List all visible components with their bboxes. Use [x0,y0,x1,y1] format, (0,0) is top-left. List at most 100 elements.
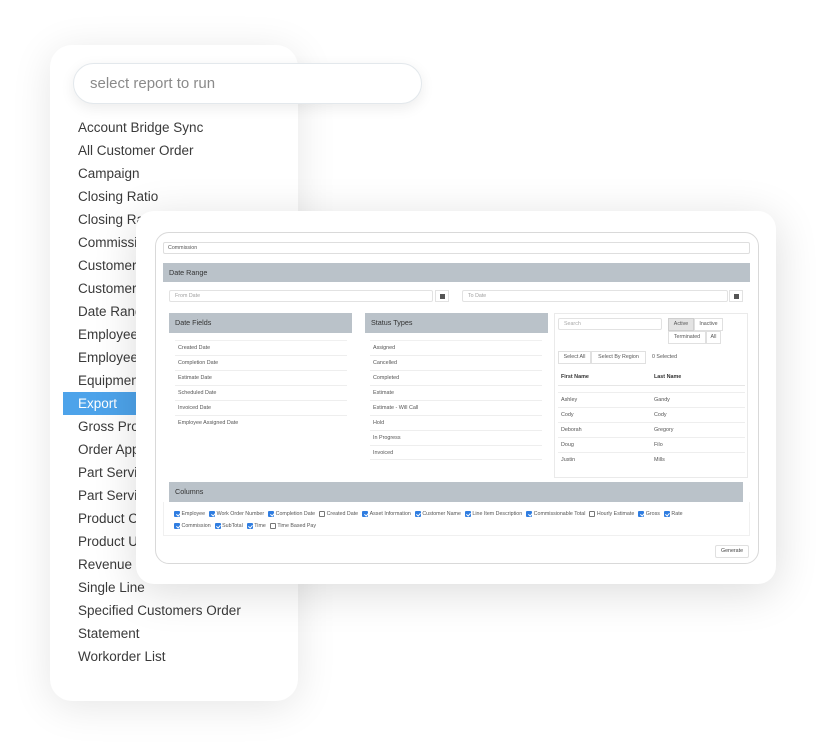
from-date-calendar-button[interactable] [435,290,449,302]
table-header-row: First Name Last Name [558,370,745,386]
table-row[interactable]: Deborah Gregory [558,422,745,438]
report-name-field[interactable]: Commission [163,242,750,254]
column-checkbox-label: Work Order Number [216,511,265,517]
from-date-input[interactable]: From Date [169,290,433,302]
checkbox-checked-icon[interactable] [362,511,369,517]
report-item[interactable]: Closing Ratio [50,185,298,208]
status-type-option[interactable]: Estimate [370,385,542,400]
status-types-list: Assigned Cancelled Completed Estimate Es… [370,340,542,460]
status-types-header: Status Types [365,313,548,333]
report-item[interactable]: Campaign [50,162,298,185]
status-type-option[interactable]: Cancelled [370,355,542,370]
column-checkbox-label: Employee [181,511,206,517]
date-fields-list: Created Date Completion Date Estimate Da… [175,340,347,430]
column-checkbox-label: Commission [181,523,211,529]
checkbox-checked-icon[interactable] [209,511,216,517]
column-checkbox[interactable]: Hourly Estimate [589,509,634,519]
date-field-option[interactable]: Completion Date [175,355,347,370]
checkbox-checked-icon[interactable] [268,511,275,517]
checkbox-checked-icon[interactable] [464,511,471,517]
generate-button[interactable]: Generate [715,545,749,558]
employee-table: First Name Last Name Ashley Gandy Cody C… [558,370,745,467]
status-type-option[interactable]: In Progress [370,430,542,445]
column-checkbox-label: SubTotal [222,523,243,529]
table-spacer [558,385,745,393]
first-name-cell: Cody [558,407,651,423]
checkbox-unchecked-icon[interactable] [319,511,326,517]
first-name-cell: Doug [558,437,651,453]
employee-search-input[interactable]: Search [558,318,662,330]
report-item[interactable]: All Customer Order [50,139,298,162]
column-checkbox[interactable]: Completion Date [268,509,315,519]
column-checkbox-label: Commissionable Total [533,511,586,517]
checkbox-checked-icon[interactable] [526,511,533,517]
column-checkbox-label: Time [254,523,266,529]
column-checkbox[interactable]: Customer Name [414,509,461,519]
column-checkbox[interactable]: Rate [663,509,683,519]
column-checkbox[interactable]: Created Date [319,509,358,519]
column-checkbox-label: Asset Information [369,511,411,517]
report-item[interactable]: Account Bridge Sync [50,116,298,139]
table-row[interactable]: Doug Filo [558,437,745,453]
report-item[interactable]: Workorder List [50,645,298,668]
last-name-cell: Mills [654,456,665,463]
filter-active-button[interactable]: Active [668,318,694,331]
filter-terminated-button[interactable]: Terminated [668,331,706,344]
column-checkbox[interactable]: Employee [174,509,205,519]
column-checkbox[interactable]: Time [246,521,266,531]
status-type-option[interactable]: Hold [370,415,542,430]
column-checkbox[interactable]: Commissionable Total [526,509,585,519]
status-type-option[interactable]: Invoiced [370,445,542,460]
report-item[interactable]: Specified Customers Order [50,599,298,622]
last-name-cell: Filo [651,437,745,453]
select-by-region-button[interactable]: Select By Region [591,351,646,364]
checkbox-checked-icon[interactable] [174,511,180,517]
status-type-option[interactable]: Assigned [370,340,542,355]
first-name-cell: Justin [561,456,576,463]
date-field-option[interactable]: Created Date [175,340,347,355]
filter-all-button[interactable]: All [706,331,721,344]
report-item[interactable]: Statement [50,622,298,645]
column-checkbox[interactable]: Work Order Number [209,509,264,519]
first-name-cell: Ashley [558,392,651,408]
column-checkbox[interactable]: Line Item Description [464,509,523,519]
column-checkbox[interactable]: Gross [638,509,660,519]
select-all-button[interactable]: Select All [558,351,591,364]
column-checkbox-label: Gross [645,511,660,517]
checkbox-unchecked-icon[interactable] [269,523,276,529]
column-checkbox[interactable]: Asset Information [362,509,411,519]
checkbox-checked-icon[interactable] [246,523,253,529]
column-checkbox[interactable]: Commission [174,521,211,531]
checkbox-checked-icon[interactable] [174,523,180,529]
table-row[interactable]: Ashley Gandy [558,392,745,408]
checkbox-checked-icon[interactable] [638,511,645,517]
date-field-option[interactable]: Invoiced Date [175,400,347,415]
date-field-option[interactable]: Employee Assigned Date [175,415,347,430]
calendar-icon [733,293,739,299]
filter-inactive-button[interactable]: Inactive [694,318,723,331]
checkbox-checked-icon[interactable] [414,511,421,517]
date-field-option[interactable]: Scheduled Date [175,385,347,400]
status-type-option[interactable]: Completed [370,370,542,385]
column-checkbox-label: Line Item Description [472,511,523,517]
last-name-cell: Gandy [651,392,745,408]
date-field-option[interactable]: Estimate Date [175,370,347,385]
report-search-input[interactable] [73,63,422,104]
checkbox-checked-icon[interactable] [663,511,670,517]
status-type-option[interactable]: Estimate - Will Call [370,400,542,415]
column-checkbox-label: Created Date [326,511,359,517]
column-checkbox-label: Rate [671,511,683,517]
table-row[interactable]: Cody Cody [558,407,745,423]
first-name-header[interactable]: First Name [558,370,651,386]
column-checkbox[interactable]: Time Based Pay [269,521,317,531]
column-checkbox-label: Time Based Pay [277,523,317,529]
last-name-header[interactable]: Last Name [651,370,745,386]
checkbox-checked-icon[interactable] [214,523,221,529]
to-date-calendar-button[interactable] [729,290,743,302]
table-row[interactable]: Justin Mills [558,452,745,467]
checkbox-unchecked-icon[interactable] [589,511,596,517]
column-checkbox[interactable]: SubTotal [214,521,243,531]
column-checkbox-label: Completion Date [275,511,316,517]
to-date-input[interactable]: To Date [462,290,728,302]
last-name-cell: Gregory [651,422,745,438]
